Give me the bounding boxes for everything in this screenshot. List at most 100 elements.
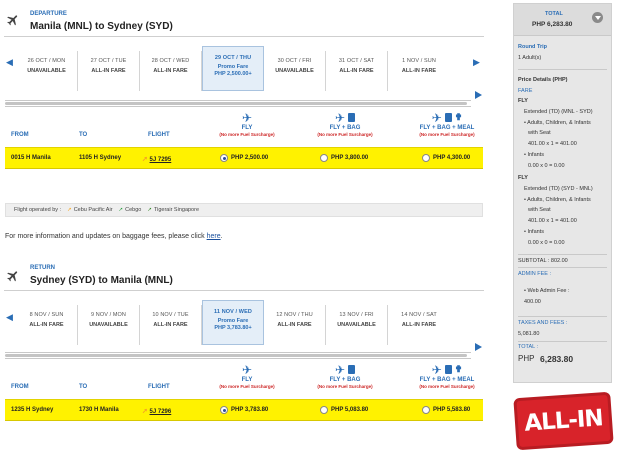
leg1-calc: 401.00 x 1 = 401.00	[528, 141, 577, 147]
fare-note: (No more Fuel Surcharge)	[219, 384, 275, 389]
flight-number-link[interactable]: 5J 7295	[150, 157, 172, 163]
fare-radio-fly-bag[interactable]	[320, 406, 328, 414]
date-option[interactable]: 29 OCT / THU Promo Fare PHP 2,500.00+	[202, 46, 264, 91]
date-label: 12 NOV / THU	[276, 312, 313, 318]
fare-price-fly-bag: PHP 3,800.00	[331, 155, 369, 161]
return-flight-row[interactable]: 1235 H Sydney 1730 H Manila ➚ 5J 7296 PH…	[5, 399, 483, 421]
date-option[interactable]: 1 NOV / SUN ALL-IN FARE	[388, 51, 450, 91]
flight-number[interactable]: ➚ 5J 7296	[142, 407, 171, 415]
date-option[interactable]: 8 NOV / SUN ALL-IN FARE	[16, 305, 78, 345]
date-price: PHP 2,500.00+	[214, 71, 252, 77]
subtotal: SUBTOTAL : 802.00	[518, 258, 568, 264]
departure-divider	[4, 36, 484, 37]
date-option[interactable]: 30 OCT / FRI UNAVAILABLE	[264, 51, 326, 91]
leg2-calc: 401.00 x 1 = 401.00	[528, 218, 577, 224]
baggage-icon	[348, 365, 356, 374]
dep-next-dates-arrow[interactable]: ▶	[473, 57, 480, 68]
fare-radio-fly[interactable]	[220, 154, 228, 162]
grand-total-value: 6,283.80	[540, 354, 574, 364]
date-option[interactable]: 13 NOV / FRI UNAVAILABLE	[326, 305, 388, 345]
date-option[interactable]: 26 OCT / MON UNAVAILABLE	[16, 51, 78, 91]
fare-radio-fly-bag-meal[interactable]	[422, 154, 430, 162]
col-to: TO	[79, 384, 88, 390]
baggage-icon	[444, 365, 452, 374]
cebu-pacific-logo-icon: ➚	[142, 408, 148, 415]
taxes-value: 5,081.80	[518, 331, 540, 337]
leg1-fare: Extended (TD) (MNL - SYD)	[524, 109, 593, 115]
date-label: 13 NOV / FRI	[339, 312, 374, 318]
plane-icon: ✈	[431, 362, 442, 377]
date-status: ALL-IN FARE	[29, 322, 64, 328]
date-option[interactable]: 31 OCT / SAT ALL-IN FARE	[326, 51, 388, 91]
date-option[interactable]: 14 NOV / SAT ALL-IN FARE	[388, 305, 450, 345]
date-option[interactable]: 28 OCT / WED ALL-IN FARE	[140, 51, 202, 91]
cebu-pacific-logo-icon: ➚	[142, 156, 148, 163]
taxes-heading: TAXES AND FEES :	[518, 320, 568, 326]
date-option[interactable]: 27 OCT / TUE ALL-IN FARE	[78, 51, 140, 91]
departure-flight-row[interactable]: 0015 H Manila 1105 H Sydney ➚ 5J 7295 PH…	[5, 147, 483, 169]
scrollbar-thumb[interactable]	[5, 354, 467, 357]
fare-radio-fly-bag-meal[interactable]	[422, 406, 430, 414]
baggage-icon	[444, 113, 452, 122]
date-label: 30 OCT / FRI	[277, 58, 312, 64]
leg1-infants-calc: 0.00 x 0 = 0.00	[528, 163, 565, 169]
leg2-fare: Extended (TD) (SYD - MNL)	[524, 186, 593, 192]
fare-name: FLY	[241, 125, 253, 131]
plane-icon: ✈	[431, 110, 442, 125]
col-from: FROM	[11, 384, 29, 390]
total-value: PHP 6,283.80	[532, 21, 573, 28]
collapse-toggle-icon[interactable]	[592, 12, 603, 23]
date-status: ALL-IN FARE	[401, 322, 437, 328]
date-option[interactable]: 9 NOV / MON UNAVAILABLE	[78, 305, 140, 345]
divider	[518, 316, 607, 317]
fare-col-fly: ✈ FLY (No more Fuel Surcharge)	[197, 363, 297, 390]
leg2-infants-calc: 0.00 x 0 = 0.00	[528, 240, 565, 246]
date-label: 31 OCT / SAT	[338, 58, 375, 64]
date-price: PHP 3,783.80+	[214, 325, 252, 331]
date-label: 27 OCT / TUE	[90, 58, 127, 64]
leg2-pax-line1: • Adults, Children, & Infants	[524, 197, 591, 203]
date-option[interactable]: 12 NOV / THU ALL-IN FARE	[264, 305, 326, 345]
grand-total-currency: PHP	[518, 354, 535, 363]
fare-price-fly-bag-meal: PHP 4,300.00	[433, 155, 471, 161]
baggage-icon	[348, 113, 356, 122]
fare-name: FLY + BAG + MEAL	[419, 377, 475, 383]
col-flight: FLIGHT	[148, 384, 170, 390]
total-box[interactable]: TOTAL PHP 6,283.80	[514, 4, 611, 36]
flight-depart: 1235 H Sydney	[11, 407, 54, 413]
date-status: UNAVAILABLE	[89, 322, 128, 328]
departure-label: DEPARTURE	[30, 11, 67, 17]
dep-prev-dates-arrow[interactable]: ◀	[6, 57, 13, 68]
all-in-badge-text: ALL-IN	[523, 405, 604, 437]
date-option[interactable]: 10 NOV / TUE ALL-IN FARE	[140, 305, 202, 345]
fare-col-fly-bag-meal: ✈ ✟ FLY + BAG + MEAL (No more Fuel Surcha…	[397, 110, 497, 138]
date-label: 9 NOV / MON	[90, 312, 127, 318]
date-label: 8 NOV / SUN	[29, 312, 64, 318]
fare-radio-fly[interactable]	[220, 406, 228, 414]
flight-arrive: 1730 H Manila	[79, 407, 119, 413]
date-status: ALL-IN FARE	[91, 68, 126, 74]
fly-label: FLY	[518, 175, 528, 181]
date-status: ALL-IN FARE	[277, 322, 312, 328]
divider	[518, 341, 607, 342]
price-summary-sidebar: TOTAL PHP 6,283.80 Round Trip 1 Adult(s)…	[513, 3, 612, 383]
baggage-info-link[interactable]: here	[207, 233, 221, 240]
date-status: ALL-IN FARE	[339, 68, 374, 74]
flight-depart: 0015 H Manila	[11, 155, 51, 161]
return-label: RETURN	[30, 265, 55, 271]
flight-number-link[interactable]: 5J 7296	[150, 409, 172, 415]
carrier-logo-icon: ➚	[118, 207, 124, 213]
leg2-infants: • Infants	[524, 229, 544, 235]
scrollbar-thumb[interactable]	[5, 102, 467, 105]
fare-col-fly-bag: ✈ FLY + BAG (No more Fuel Surcharge)	[295, 111, 395, 138]
flight-number[interactable]: ➚ 5J 7295	[142, 155, 171, 163]
departure-scrollbar[interactable]	[5, 100, 471, 107]
return-scrollbar[interactable]	[5, 352, 471, 359]
date-status: Promo Fare	[217, 64, 249, 70]
ret-scroll-right-arrow[interactable]	[475, 343, 482, 351]
fare-radio-fly-bag[interactable]	[320, 154, 328, 162]
date-option[interactable]: 11 NOV / WED Promo Fare PHP 3,783.80+	[202, 300, 264, 345]
dep-scroll-right-arrow[interactable]	[475, 91, 482, 99]
ret-prev-dates-arrow[interactable]: ◀	[6, 312, 13, 323]
fare-note: (No more Fuel Surcharge)	[219, 132, 275, 137]
